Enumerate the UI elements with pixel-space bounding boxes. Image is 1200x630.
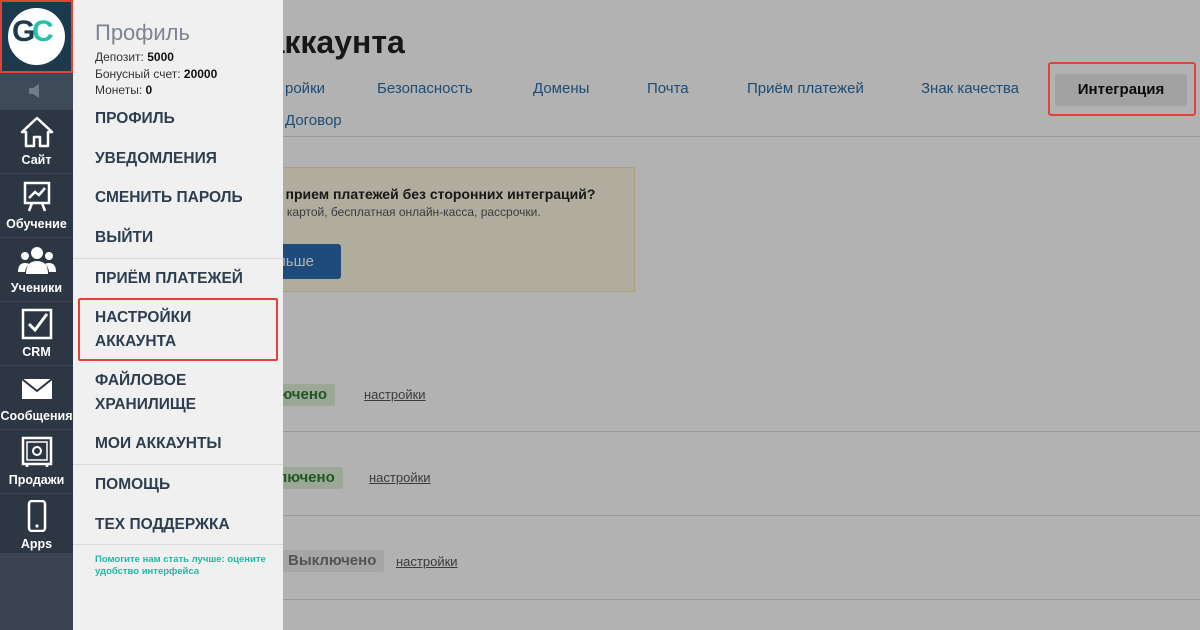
sidebar-item-site[interactable]: Сайт (0, 110, 73, 174)
menu-tech-support[interactable]: ТЕХ ПОДДЕРЖКА (95, 513, 230, 537)
integration-tab-highlight (1048, 62, 1196, 116)
home-icon (0, 116, 73, 156)
sidebar-item-students[interactable]: Ученики (0, 238, 73, 302)
menu-notifications[interactable]: УВЕДОМЛЕНИЯ (95, 147, 217, 171)
sidebar-item-sales[interactable]: Продажи (0, 430, 73, 494)
logo[interactable]: G C (0, 0, 73, 73)
menu-change-password[interactable]: СМЕНИТЬ ПАРОЛЬ (95, 186, 243, 210)
account-settings-highlight (78, 298, 278, 361)
menu-payments[interactable]: ПРИЁМ ПЛАТЕЖЕЙ (95, 267, 243, 291)
sidebar-item-label: Сайт (21, 153, 52, 167)
bonus-stat: Бонусный счет: 20000 (95, 67, 217, 81)
sidebar-item-label: Сообщения (0, 409, 73, 423)
sidebar-item-learning[interactable]: Обучение (0, 174, 73, 238)
sidebar-item-label: Обучение (6, 217, 67, 231)
menu-divider (73, 258, 283, 259)
panel-title: Профиль (95, 20, 190, 45)
chart-board-icon (0, 180, 73, 220)
envelope-icon (0, 372, 73, 412)
sidebar-item-messages[interactable]: Сообщения (0, 366, 73, 430)
users-icon (0, 244, 73, 284)
bonus-label: Бонусный счет: (95, 67, 181, 81)
bonus-value: 20000 (183, 67, 218, 81)
menu-profile[interactable]: ПРОФИЛЬ (95, 107, 175, 131)
menu-file-storage[interactable]: ФАЙЛОВОЕ ХРАНИЛИЩЕ (95, 369, 245, 417)
sidebar-item-label: Apps (20, 537, 53, 551)
phone-icon (0, 499, 73, 540)
logo-letter-c: C (32, 15, 54, 48)
sidebar-item-label: Ученики (10, 281, 63, 295)
safe-icon (0, 436, 73, 476)
iconbar-spacer (0, 553, 73, 630)
menu-my-accounts[interactable]: МОИ АККАУНТЫ (95, 432, 222, 456)
menu-divider (73, 544, 283, 545)
sidebar-item-label: Продажи (8, 473, 65, 487)
menu-help[interactable]: ПОМОЩЬ (95, 473, 170, 497)
sidebar-item-label: CRM (22, 345, 51, 359)
speaker-icon[interactable] (0, 73, 73, 109)
sidebar-item-crm[interactable]: CRM (0, 302, 73, 366)
left-icon-bar: G C Сайт Обучение Ученики CRM Сообщения (0, 0, 73, 630)
sidebar-item-apps[interactable]: Apps (0, 494, 73, 558)
deposit-value: 5000 (147, 50, 174, 64)
deposit-label: Депозит: (95, 50, 144, 64)
coins-label: Монеты: (95, 83, 143, 97)
checkbox-icon (0, 308, 73, 348)
feedback-link[interactable]: Помогите нам стать лучше: оцените удобст… (95, 554, 280, 578)
coins-value: 0 (145, 83, 153, 97)
menu-divider (73, 464, 283, 465)
coins-stat: Монеты: 0 (95, 83, 152, 97)
menu-logout[interactable]: ВЫЙТИ (95, 226, 153, 250)
deposit-stat: Депозит: 5000 (95, 50, 174, 64)
